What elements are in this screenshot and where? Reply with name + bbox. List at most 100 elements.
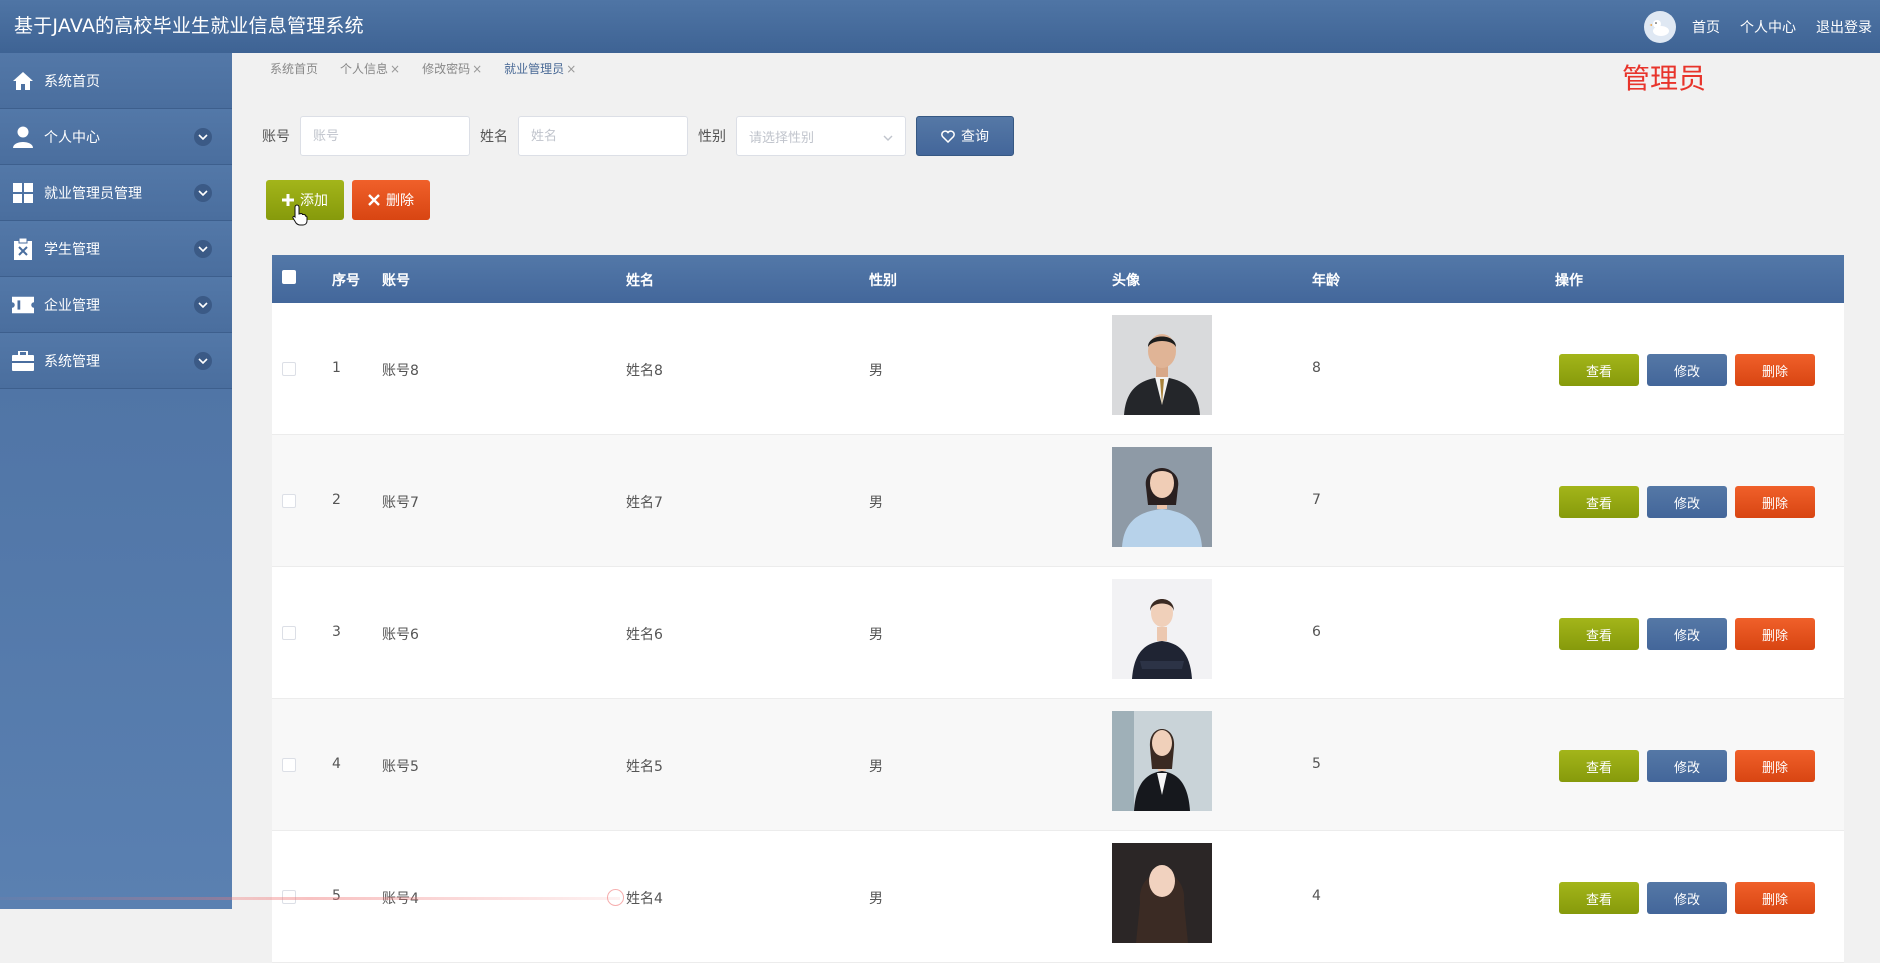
column-header-name: 姓名 [626,273,654,289]
view-button[interactable]: 查看 [1559,882,1639,914]
tab-home[interactable]: 系统首页 [270,60,318,77]
gender-select[interactable]: 请选择性别 [736,116,906,156]
chevron-down-icon [883,130,893,145]
delete-button[interactable]: 删除 [1735,882,1815,914]
nav-home-link[interactable]: 首页 [1692,17,1720,37]
tab-close-icon[interactable]: × [390,62,400,76]
view-button[interactable]: 查看 [1559,486,1639,518]
sidebar-item-label: 系统首页 [44,73,100,90]
row-gender: 男 [869,495,883,511]
column-header-age: 年龄 [1312,273,1340,289]
sidebar-item-personal-center[interactable]: 个人中心 [0,109,232,165]
row-checkbox[interactable] [282,758,296,772]
edit-button[interactable]: 修改 [1647,486,1727,518]
nav-logout-link[interactable]: 退出登录 [1816,17,1872,37]
search-form: 账号 姓名 性别 请选择性别 查询 [262,116,1014,156]
chevron-down-icon[interactable] [194,240,212,258]
ticket-icon [12,294,34,316]
tab-close-icon[interactable]: × [472,62,482,76]
edit-button[interactable]: 修改 [1647,354,1727,386]
select-all-checkbox[interactable] [282,270,296,284]
edit-button[interactable]: 修改 [1647,750,1727,782]
row-name: 姓名6 [626,627,663,643]
grid-icon [12,182,34,204]
row-gender: 男 [869,759,883,775]
chevron-down-icon[interactable] [194,296,212,314]
table-body: 1 账号8 姓名8 男 8 查看 修改 删除 2 账号7 姓名7 男 7 查看 … [272,303,1844,963]
row-gender: 男 [869,363,883,379]
row-gender: 男 [869,891,883,907]
app-title: 基于JAVA的高校毕业生就业信息管理系统 [14,15,364,37]
sidebar-item-admin-management[interactable]: 就业管理员管理 [0,165,232,221]
avatar-photo [1112,711,1212,811]
nav-profile-link[interactable]: 个人中心 [1740,17,1796,37]
account-label: 账号 [262,129,290,145]
avatar-photo [1112,843,1212,943]
avatar-photo [1112,315,1212,415]
avatar[interactable] [1644,10,1676,43]
row-age: 6 [1312,624,1321,640]
heart-icon [941,129,955,143]
table-row: 1 账号8 姓名8 男 8 查看 修改 删除 [272,303,1844,435]
query-button[interactable]: 查询 [916,116,1014,156]
chevron-down-icon[interactable] [194,352,212,370]
view-button[interactable]: 查看 [1559,750,1639,782]
row-age: 5 [1312,756,1321,772]
row-index: 4 [332,756,341,772]
row-account: 账号7 [382,495,419,511]
tab-label: 修改密码 [422,61,471,76]
table-header: 序号 账号 姓名 性别 头像 年龄 操作 [272,255,1844,303]
tab-close-icon[interactable]: × [566,62,576,76]
row-index: 5 [332,888,341,904]
sidebar-item-student-management[interactable]: 学生管理 [0,221,232,277]
delete-button[interactable]: 删除 [1735,750,1815,782]
tab-admin[interactable]: 就业管理员 × [504,60,576,77]
close-icon [368,194,380,206]
tab-change-password[interactable]: 修改密码 × [422,60,482,77]
sidebar-item-home[interactable]: 系统首页 [0,53,232,109]
delete-button[interactable]: 删除 [1735,486,1815,518]
briefcase-icon [12,350,34,372]
sidebar-item-system-management[interactable]: 系统管理 [0,333,232,389]
sidebar: 系统首页 个人中心 就业管理员管理 学生管理 企业管理 系统管理 [0,53,232,909]
sidebar-item-label: 就业管理员管理 [44,185,142,202]
gender-label: 性别 [698,129,726,145]
tab-label: 个人信息 [340,61,389,76]
table-row: 3 账号6 姓名6 男 6 查看 修改 删除 [272,567,1844,699]
batch-delete-button[interactable]: 删除 [352,180,430,220]
sidebar-item-company-management[interactable]: 企业管理 [0,277,232,333]
row-checkbox[interactable] [282,626,296,640]
row-age: 4 [1312,888,1321,904]
delete-button-label: 删除 [386,193,414,209]
clipboard-icon [12,237,34,260]
sidebar-item-label: 系统管理 [44,353,100,370]
home-icon [12,70,34,92]
row-account: 账号6 [382,627,419,643]
sidebar-item-label: 个人中心 [44,129,100,146]
tab-personal-info[interactable]: 个人信息 × [340,60,400,77]
column-header-avatar: 头像 [1112,273,1140,289]
sidebar-item-label: 企业管理 [44,297,100,314]
row-age: 8 [1312,360,1321,376]
name-search-input[interactable] [518,116,688,156]
row-gender: 男 [869,627,883,643]
scroll-handle[interactable] [607,889,624,906]
chevron-down-icon[interactable] [194,128,212,146]
delete-button[interactable]: 删除 [1735,618,1815,650]
row-checkbox[interactable] [282,362,296,376]
view-button[interactable]: 查看 [1559,618,1639,650]
name-label: 姓名 [480,129,508,145]
view-button[interactable]: 查看 [1559,354,1639,386]
edit-button[interactable]: 修改 [1647,618,1727,650]
duck-avatar-icon [1649,19,1669,36]
role-label: 管理员 [1622,62,1707,95]
main-content: 系统首页 个人信息× 修改密码× 就业管理员× 管理员 账号 姓名 性别 请选择… [232,53,1880,963]
delete-button[interactable]: 删除 [1735,354,1815,386]
column-header-index: 序号 [332,273,360,289]
account-search-input[interactable] [300,116,470,156]
row-checkbox[interactable] [282,494,296,508]
edit-button[interactable]: 修改 [1647,882,1727,914]
top-right-nav: 首页 个人中心 退出登录 [1644,0,1872,53]
chevron-down-icon[interactable] [194,184,212,202]
row-account: 账号8 [382,363,419,379]
